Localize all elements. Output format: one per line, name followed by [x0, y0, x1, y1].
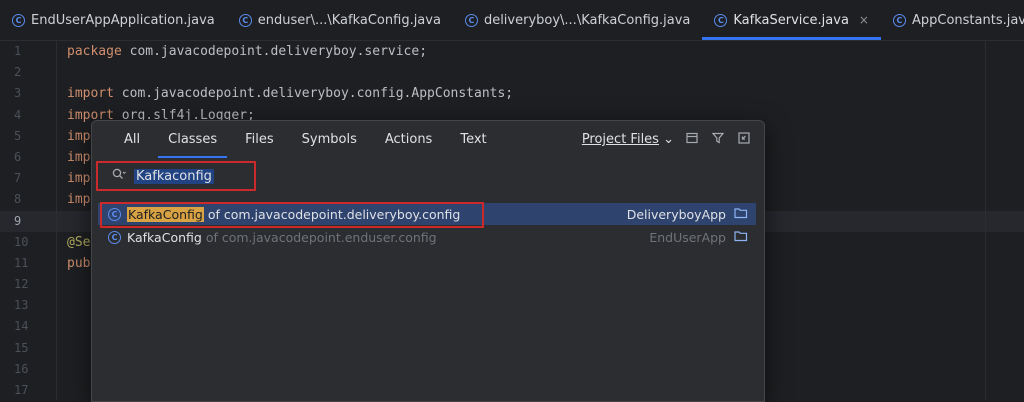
line-number: 17: [14, 383, 29, 397]
search-query: Kafkaconfig: [134, 168, 214, 184]
line-number: 4: [14, 107, 22, 122]
code-text: com.javacodepoint.deliveryboy.config.App…: [113, 86, 514, 102]
keyword: imp: [67, 149, 91, 165]
close-icon[interactable]: ×: [859, 13, 869, 27]
module-folder-icon: [734, 230, 748, 245]
search-everywhere-popup: All Classes Files Symbols Actions Text P…: [91, 120, 765, 402]
popup-tabs: All Classes Files Symbols Actions Text P…: [92, 121, 764, 158]
project-files-label: Project Files: [581, 132, 659, 147]
keyword: package: [67, 44, 122, 59]
code-text: com.javacodepoint.deliveryboy.service;: [121, 44, 428, 59]
line-number: 13: [14, 298, 29, 313]
tab-all[interactable]: All: [110, 121, 154, 158]
class-icon: C: [714, 13, 728, 27]
tab-deliveryboy-kafkaconfig[interactable]: C deliveryboy\...\KafkaConfig.java: [453, 0, 702, 40]
result-item[interactable]: C KafkaConfig of com.javacodepoint.endus…: [98, 226, 756, 248]
filter-icon[interactable]: [710, 132, 726, 147]
chevron-down-icon: ⌄: [663, 132, 674, 147]
line-number: 12: [14, 277, 29, 292]
tab-enduser-kafkaconfig[interactable]: C enduser\...\KafkaConfig.java: [227, 0, 453, 40]
tab-enduserappapplication[interactable]: C EndUserAppApplication.java: [0, 0, 227, 40]
class-icon: C: [12, 13, 25, 27]
line-number: 16: [14, 361, 29, 376]
line-number-current: 9: [14, 213, 22, 228]
search-icon: [112, 168, 126, 184]
tab-label: EndUserAppApplication.java: [31, 12, 215, 28]
tab-label: enduser\...\KafkaConfig.java: [257, 12, 441, 28]
line-number: 8: [14, 192, 22, 207]
class-icon: C: [464, 13, 478, 27]
tab-symbols[interactable]: Symbols: [288, 121, 371, 158]
line-number: 5: [14, 128, 22, 143]
line-number: 3: [14, 86, 22, 101]
popup-toolbar: Project Files ⌄: [582, 121, 752, 158]
class-icon: C: [238, 13, 252, 27]
tab-label: deliveryboy\...\KafkaConfig.java: [483, 12, 691, 28]
project-files-dropdown[interactable]: Project Files ⌄: [582, 132, 674, 147]
annotation: @Se: [67, 234, 91, 250]
tab-label: KafkaService.java: [733, 12, 849, 28]
tab-text[interactable]: Text: [446, 121, 500, 158]
open-in-tool-window-icon[interactable]: [736, 132, 752, 147]
keyword: imp: [67, 128, 91, 144]
tab-label: AppConstants.java: [911, 12, 1024, 28]
tab-files[interactable]: Files: [231, 121, 288, 158]
tab-appconstants[interactable]: C AppConstants.java: [881, 0, 1024, 40]
line-number-gutter: 1 2 3 4 5 6 7 8 9 10 11 12 13 14 15 16 1…: [0, 41, 56, 401]
gutter-divider: [56, 41, 57, 400]
line-number: 1: [14, 44, 22, 58]
line-number: 11: [14, 255, 29, 270]
result-module: DeliveryboyApp: [626, 206, 726, 222]
code-line: import com.javacodepoint.deliveryboy.con…: [67, 83, 513, 104]
line-number: 2: [14, 65, 22, 80]
line-number: 14: [14, 319, 29, 334]
tab-classes[interactable]: Classes: [154, 121, 231, 158]
editor-tab-bar: C EndUserAppApplication.java C enduser\.…: [0, 0, 1024, 41]
tab-actions[interactable]: Actions: [371, 121, 447, 158]
keyword: imp: [67, 192, 91, 208]
line-number: 6: [14, 149, 22, 164]
class-icon: C: [108, 230, 121, 244]
result-package: of com.javacodepoint.enduser.config: [205, 229, 437, 245]
line-number: 7: [14, 171, 22, 186]
tab-kafkaservice[interactable]: C KafkaService.java ×: [702, 0, 881, 40]
code-line: package com.javacodepoint.deliveryboy.se…: [67, 41, 513, 62]
line-number: 10: [14, 234, 29, 249]
search-input[interactable]: Kafkaconfig: [96, 161, 256, 191]
keyword: import: [67, 86, 114, 102]
right-margin-guide: [985, 41, 986, 400]
class-icon: C: [892, 13, 906, 27]
line-number: 15: [14, 340, 29, 355]
preview-icon[interactable]: [684, 132, 700, 147]
module-folder-icon: [734, 207, 748, 222]
keyword: imp: [67, 171, 91, 187]
result-module: EndUserApp: [649, 229, 726, 245]
keyword: pub: [67, 255, 91, 271]
selected-result-highlight-box: [100, 202, 484, 228]
result-name: KafkaConfig: [127, 229, 202, 245]
